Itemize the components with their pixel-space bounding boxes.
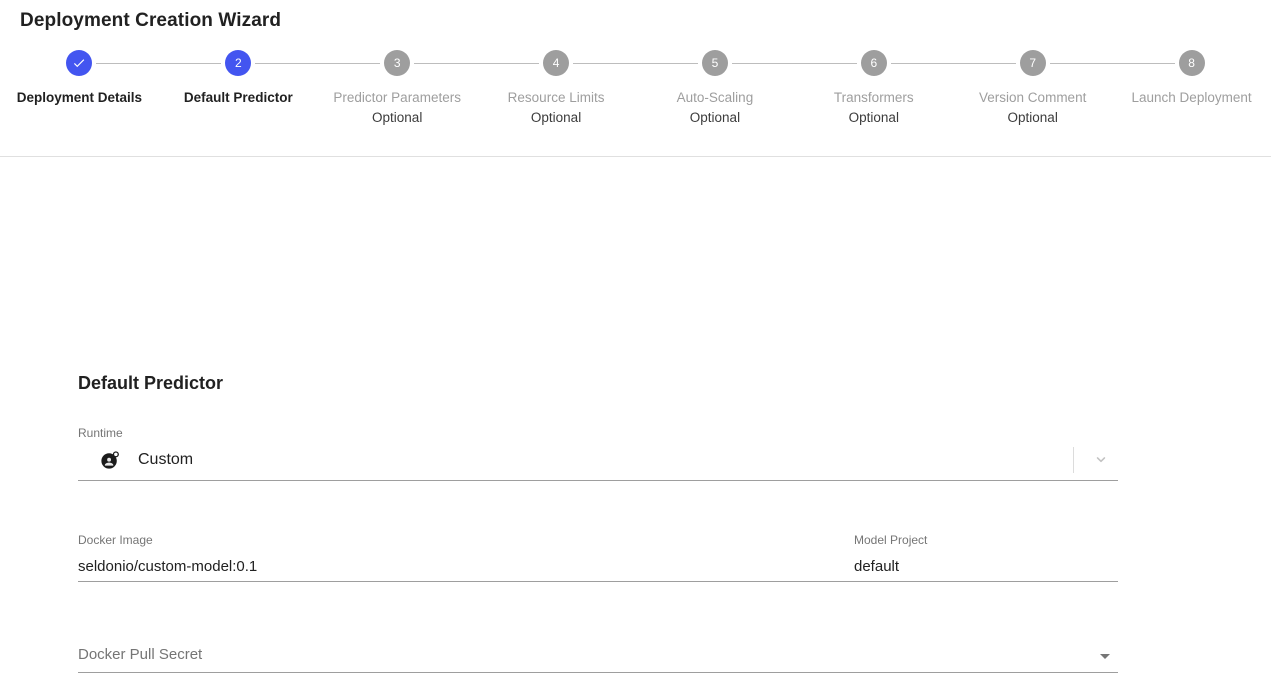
- step-connector: [96, 63, 159, 64]
- runtime-field[interactable]: Runtime Custom: [78, 425, 1118, 481]
- step-label: Auto-Scaling: [676, 90, 754, 105]
- step-label: Version Comment: [979, 90, 1087, 105]
- step-connector: [1049, 63, 1113, 64]
- page-title: Deployment Creation Wizard: [20, 10, 282, 31]
- model-project-value: default: [854, 558, 900, 575]
- step-optional-label: Optional: [689, 110, 741, 125]
- step-optional-label: Optional: [848, 110, 899, 125]
- step-circle-check: [66, 50, 93, 76]
- step-label: Deployment Details: [16, 90, 143, 105]
- step-optional-label: Optional: [1007, 110, 1058, 125]
- model-project-label: Model Project: [854, 533, 928, 547]
- step-connector: [635, 63, 698, 64]
- stepper-step-predictor-parameters[interactable]: 3 Predictor Parameters Optional: [317, 50, 477, 128]
- chevron-down-icon[interactable]: [1090, 449, 1112, 471]
- dropdown-arrow-icon[interactable]: [1100, 654, 1110, 659]
- runtime-label: Runtime: [78, 426, 123, 440]
- step-connector: [476, 63, 540, 64]
- step-optional-label: Optional: [530, 110, 582, 125]
- docker-pull-secret-select[interactable]: Docker Pull Secret: [78, 644, 1118, 673]
- custom-runtime-icon: [98, 448, 122, 472]
- stepper-step-auto-scaling[interactable]: 5 Auto-Scaling Optional: [635, 50, 795, 128]
- model-project-input[interactable]: Model Project default: [854, 532, 1118, 582]
- step-label: Resource Limits: [507, 90, 605, 105]
- step-connector: [414, 63, 477, 64]
- docker-image-field[interactable]: Docker Image seldonio/custom-model:0.1: [78, 532, 854, 582]
- stepper-step-resource-limits[interactable]: 4 Resource Limits Optional: [476, 50, 636, 128]
- wizard-content: Default Predictor Runtime Custom Docker …: [0, 157, 1271, 699]
- stepper-step-version-comment[interactable]: 7 Version Comment Optional: [953, 50, 1113, 128]
- step-optional-label: Optional: [372, 110, 423, 125]
- step-circle-number: 7: [1019, 50, 1046, 76]
- step-connector: [255, 63, 318, 64]
- model-project-field[interactable]: Model Project default: [854, 532, 1118, 582]
- runtime-value: Custom: [138, 450, 194, 468]
- image-project-row: Docker Image seldonio/custom-model:0.1 M…: [78, 532, 1118, 582]
- step-connector: [1112, 63, 1175, 64]
- stepper-step-deployment-details[interactable]: Deployment Details: [0, 50, 159, 108]
- step-circle-number: 6: [860, 50, 887, 76]
- default-predictor-form: Runtime Custom Docker Image seldonio/cus…: [78, 425, 1118, 673]
- step-label: Predictor Parameters: [333, 90, 461, 105]
- step-connector: [317, 63, 381, 64]
- section-title: Default Predictor: [78, 373, 224, 393]
- step-circle-number: 4: [543, 50, 570, 76]
- step-circle-number: 2: [225, 50, 252, 76]
- stepper-step-launch-deployment[interactable]: 8 Launch Deployment: [1112, 50, 1271, 108]
- docker-image-label: Docker Image: [78, 533, 153, 547]
- stepper-step-default-predictor[interactable]: 2 Default Predictor: [158, 50, 318, 108]
- step-label: Launch Deployment: [1131, 90, 1252, 105]
- step-connector: [731, 63, 795, 64]
- step-circle-number: 5: [701, 50, 728, 76]
- step-connector: [573, 63, 636, 64]
- step-circle-number: 8: [1178, 50, 1205, 76]
- step-connector: [794, 63, 857, 64]
- docker-pull-secret-placeholder: Docker Pull Secret: [78, 646, 203, 663]
- runtime-select[interactable]: Custom: [78, 441, 1118, 481]
- step-label: Transformers: [833, 90, 914, 105]
- step-circle-number: 3: [384, 50, 411, 76]
- runtime-divider: [1073, 446, 1074, 473]
- wizard-header: Deployment Creation Wizard Deployment De…: [0, 0, 1271, 157]
- docker-image-input[interactable]: Docker Image seldonio/custom-model:0.1: [78, 532, 854, 582]
- step-connector: [158, 63, 222, 64]
- step-connector: [890, 63, 954, 64]
- step-label: Default Predictor: [183, 90, 293, 105]
- wizard-stepper: Deployment Details 2 Default Predictor 3…: [0, 50, 1271, 128]
- stepper-step-transformers[interactable]: 6 Transformers Optional: [794, 50, 954, 128]
- step-connector: [953, 63, 1016, 64]
- docker-image-value: seldonio/custom-model:0.1: [78, 558, 258, 575]
